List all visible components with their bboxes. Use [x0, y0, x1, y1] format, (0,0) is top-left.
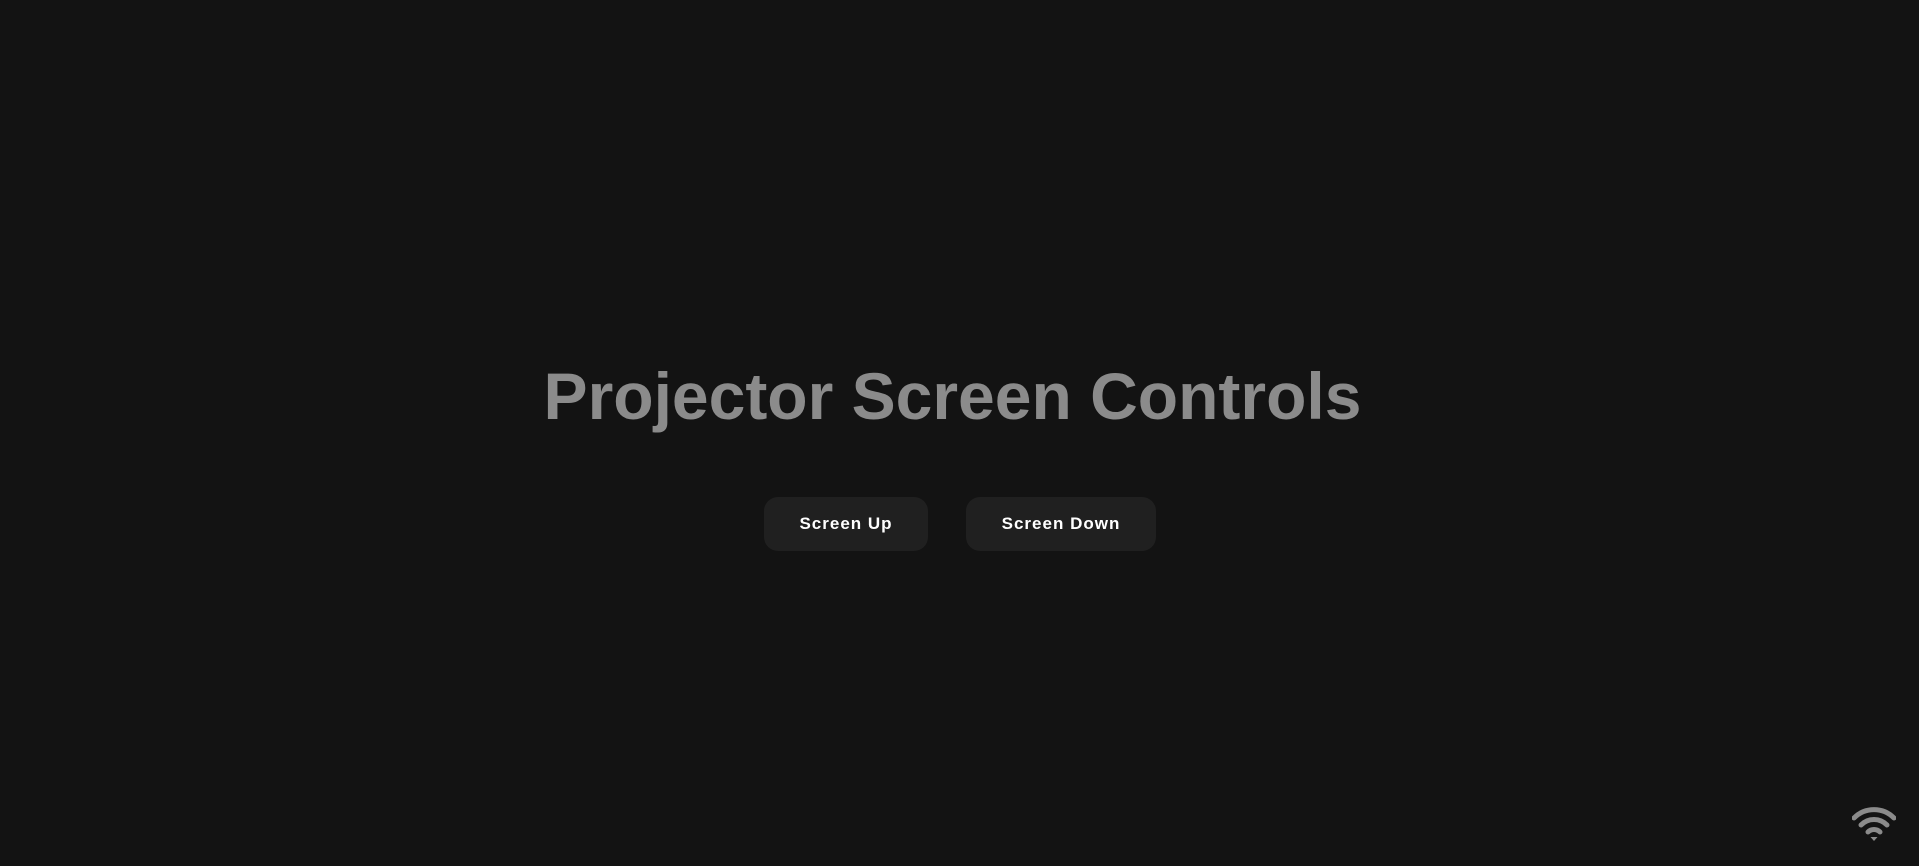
- screen-controls: Screen Up Screen Down: [0, 497, 1919, 552]
- screen-down-button[interactable]: Screen Down: [966, 497, 1156, 551]
- screen-up-button[interactable]: Screen Up: [764, 497, 928, 551]
- wifi-icon: [1851, 806, 1897, 842]
- page-title: Projector Screen Controls: [543, 359, 1362, 433]
- projector-control-page: Projector Screen Controls Screen Up Scre…: [0, 0, 1919, 866]
